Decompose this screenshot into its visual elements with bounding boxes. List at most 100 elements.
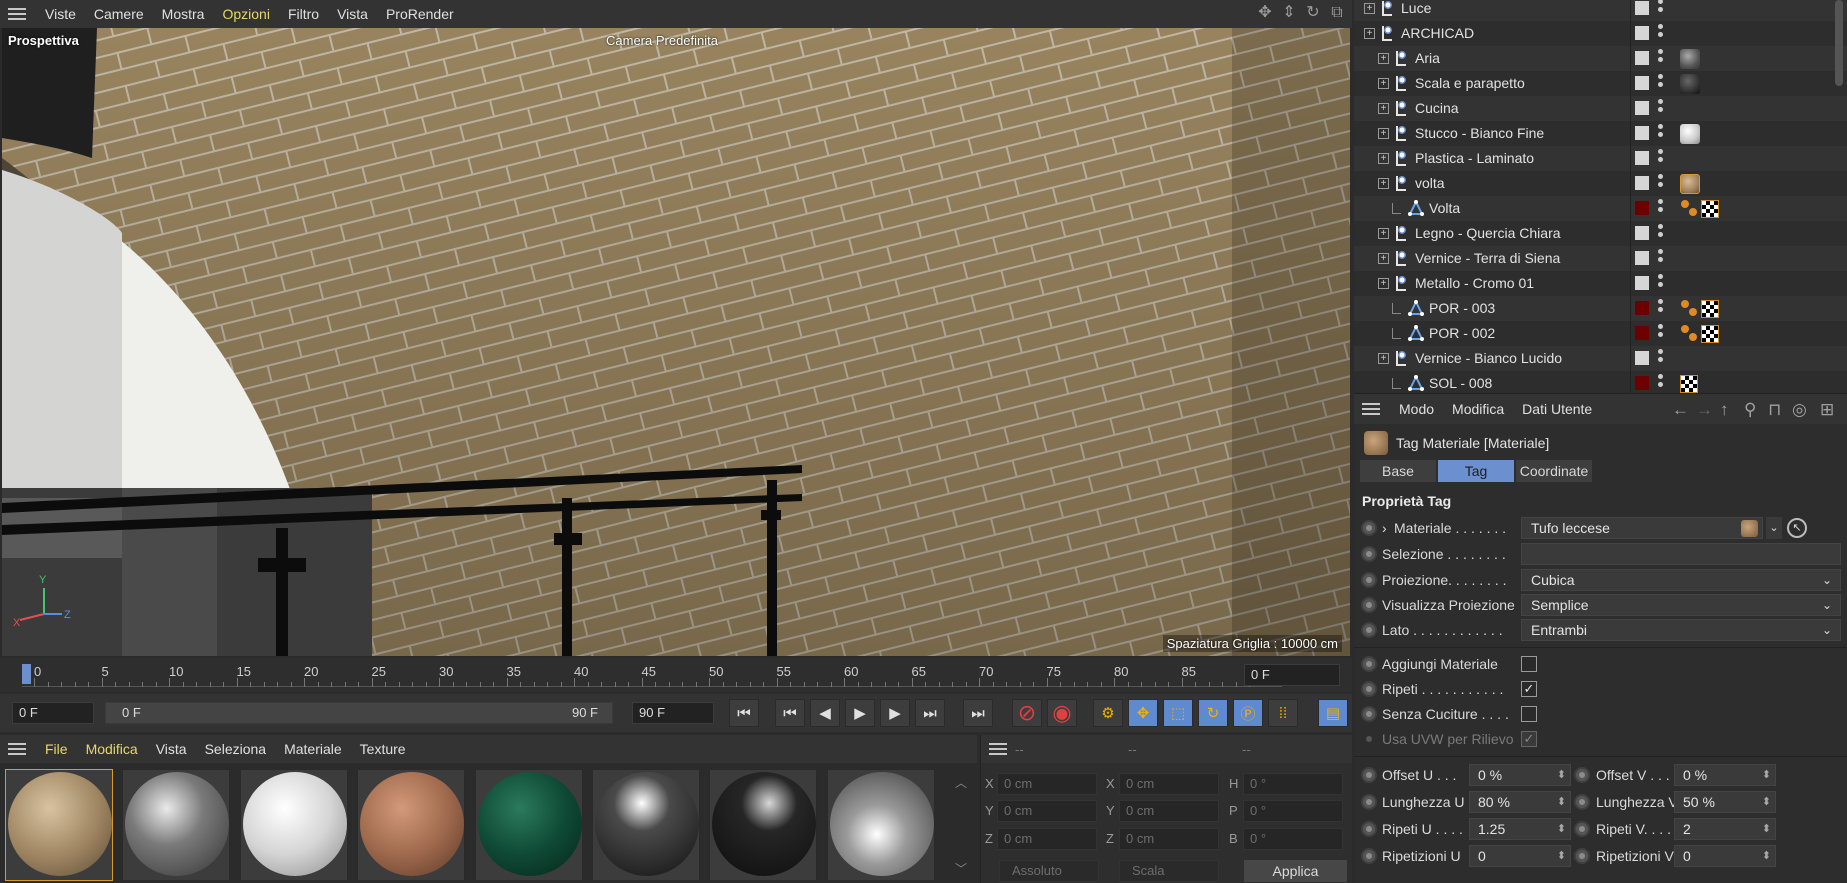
uvw-tag-icon[interactable] bbox=[1680, 324, 1698, 343]
anim-radio-icon[interactable] bbox=[1574, 848, 1590, 864]
object-row[interactable]: + Legno - Quercia Chiara bbox=[1354, 221, 1847, 246]
visibility-dots-icon[interactable] bbox=[1658, 374, 1664, 392]
pos-y-field[interactable]: 0 cm bbox=[997, 800, 1097, 822]
selezione-field[interactable] bbox=[1521, 543, 1841, 565]
object-name[interactable]: ARCHICAD bbox=[1401, 25, 1474, 41]
tab-tag[interactable]: Tag bbox=[1438, 460, 1514, 482]
coord-size-mode-dropdown[interactable]: Scala bbox=[1119, 860, 1219, 882]
expand-chevron-icon[interactable]: › bbox=[1382, 520, 1387, 536]
keyframe-settings-icon[interactable]: ⚙ bbox=[1093, 699, 1123, 727]
edit-layer-icon[interactable] bbox=[1635, 226, 1649, 240]
attr-menu-modifica[interactable]: Modifica bbox=[1443, 395, 1513, 423]
edit-layer-icon[interactable] bbox=[1635, 76, 1649, 90]
visibility-dots-icon[interactable] bbox=[1658, 349, 1664, 367]
size-x-field[interactable]: 0 cm bbox=[1119, 773, 1219, 795]
record-icon[interactable]: ⊘ bbox=[1012, 699, 1042, 727]
maximize-view-icon[interactable]: ⧉ bbox=[1328, 4, 1346, 22]
material-swatch[interactable] bbox=[709, 769, 817, 881]
object-name[interactable]: Vernice - Terra di Siena bbox=[1415, 250, 1560, 266]
up-arrow-icon[interactable]: ↑ bbox=[1720, 400, 1729, 420]
material-swatch[interactable] bbox=[122, 769, 230, 881]
object-name[interactable]: Scala e parapetto bbox=[1415, 75, 1525, 91]
current-frame-field[interactable]: 0 F bbox=[1244, 664, 1340, 686]
object-row[interactable]: + Metallo - Cromo 01 bbox=[1354, 271, 1847, 296]
hamburger-icon[interactable] bbox=[989, 743, 1007, 755]
ripetizioni-u-field[interactable]: 0 bbox=[1469, 845, 1571, 867]
object-row[interactable]: + Vernice - Bianco Lucido bbox=[1354, 346, 1847, 371]
materiale-dropdown-icon[interactable]: ⌄ bbox=[1766, 517, 1782, 539]
key-pla-icon[interactable]: ⁞⁞ bbox=[1268, 699, 1298, 727]
anim-radio-icon[interactable] bbox=[1574, 821, 1590, 837]
edit-layer-icon[interactable] bbox=[1635, 51, 1649, 65]
expand-toggle-icon[interactable]: + bbox=[1378, 353, 1389, 364]
object-name[interactable]: Plastica - Laminato bbox=[1415, 150, 1534, 166]
menu-filtro[interactable]: Filtro bbox=[279, 0, 328, 28]
visibility-dots-icon[interactable] bbox=[1658, 274, 1664, 292]
object-name[interactable]: Volta bbox=[1429, 200, 1460, 216]
visibility-dots-icon[interactable] bbox=[1658, 174, 1664, 192]
menu-opzioni[interactable]: Opzioni bbox=[213, 0, 278, 28]
uvw-tag-icon[interactable] bbox=[1680, 199, 1698, 218]
object-row[interactable]: + volta bbox=[1354, 171, 1847, 196]
visibility-dots-icon[interactable] bbox=[1658, 299, 1664, 317]
end-frame-field[interactable]: 90 F bbox=[632, 702, 714, 724]
anim-radio-icon[interactable] bbox=[1361, 706, 1377, 722]
object-name[interactable]: Legno - Quercia Chiara bbox=[1415, 225, 1561, 241]
prev-key-icon[interactable]: ⏮ bbox=[775, 699, 805, 727]
expand-toggle-icon[interactable]: + bbox=[1378, 228, 1389, 239]
material-swatch[interactable] bbox=[357, 769, 465, 881]
visualizza-dropdown[interactable]: Semplice ⌄ bbox=[1521, 594, 1841, 616]
mat-menu-vista[interactable]: Vista bbox=[147, 735, 196, 763]
senza-checkbox[interactable] bbox=[1521, 706, 1537, 722]
visibility-dots-icon[interactable] bbox=[1658, 249, 1664, 267]
dolly-view-icon[interactable]: ⇕ bbox=[1280, 4, 1298, 22]
anim-radio-icon[interactable] bbox=[1574, 794, 1590, 810]
anim-radio-icon[interactable] bbox=[1361, 767, 1377, 783]
material-tag-icon[interactable] bbox=[1680, 173, 1700, 194]
visibility-dots-icon[interactable] bbox=[1658, 149, 1664, 167]
object-row[interactable]: + Luce bbox=[1354, 0, 1847, 21]
edit-layer-icon[interactable] bbox=[1635, 151, 1649, 165]
object-row[interactable]: POR - 002 bbox=[1354, 321, 1847, 346]
edit-layer-icon[interactable] bbox=[1635, 276, 1649, 290]
object-name[interactable]: Cucina bbox=[1415, 100, 1459, 116]
prev-frame-icon[interactable]: ◀ bbox=[810, 699, 840, 727]
key-param-icon[interactable]: Ⓟ bbox=[1233, 699, 1263, 727]
lunghezza-v-field[interactable]: 50 % bbox=[1674, 791, 1776, 813]
pos-z-field[interactable]: 0 cm bbox=[997, 828, 1097, 850]
texture-tag-icon[interactable] bbox=[1701, 199, 1719, 218]
layer-color-icon[interactable] bbox=[1635, 326, 1649, 340]
expand-toggle-icon[interactable]: + bbox=[1378, 278, 1389, 289]
anim-radio-icon[interactable] bbox=[1361, 622, 1377, 638]
search-icon[interactable]: ⚲ bbox=[1744, 400, 1756, 420]
back-arrow-icon[interactable]: ← bbox=[1672, 400, 1689, 420]
next-key-icon[interactable]: ⏭ bbox=[915, 699, 945, 727]
key-scale-icon[interactable]: ⬚ bbox=[1163, 699, 1193, 727]
object-row[interactable]: + Scala e parapetto bbox=[1354, 71, 1847, 96]
play-icon[interactable]: ▶ bbox=[845, 699, 875, 727]
material-swatch[interactable] bbox=[475, 769, 583, 881]
expand-toggle-icon[interactable]: + bbox=[1364, 28, 1375, 39]
texture-tag-icon[interactable] bbox=[1680, 374, 1698, 393]
texture-tag-icon[interactable] bbox=[1701, 324, 1719, 343]
frame-range-slider[interactable]: 0 F 90 F bbox=[105, 702, 613, 724]
attr-menu-modo[interactable]: Modo bbox=[1390, 395, 1443, 423]
offset-u-field[interactable]: 0 % bbox=[1469, 764, 1571, 786]
edit-layer-icon[interactable] bbox=[1635, 101, 1649, 115]
expand-toggle-icon[interactable]: + bbox=[1378, 178, 1389, 189]
new-panel-icon[interactable]: ⊞ bbox=[1820, 400, 1834, 420]
materiale-field[interactable]: Tufo leccese bbox=[1521, 517, 1763, 539]
expand-toggle-icon[interactable]: + bbox=[1378, 253, 1389, 264]
layer-color-icon[interactable] bbox=[1635, 376, 1649, 390]
tab-base[interactable]: Base bbox=[1360, 460, 1436, 482]
edit-layer-icon[interactable] bbox=[1635, 26, 1649, 40]
material-swatch[interactable] bbox=[5, 769, 113, 881]
object-row[interactable]: + Plastica - Laminato bbox=[1354, 146, 1847, 171]
rotate-view-icon[interactable]: ↻ bbox=[1304, 4, 1322, 22]
material-tag-icon[interactable] bbox=[1680, 123, 1700, 144]
menu-viste[interactable]: Viste bbox=[36, 0, 85, 28]
object-name[interactable]: Vernice - Bianco Lucido bbox=[1415, 350, 1562, 366]
visibility-dots-icon[interactable] bbox=[1658, 199, 1664, 217]
tab-coordinate[interactable]: Coordinate bbox=[1516, 460, 1592, 482]
lock-icon[interactable]: ⊓ bbox=[1768, 400, 1781, 420]
